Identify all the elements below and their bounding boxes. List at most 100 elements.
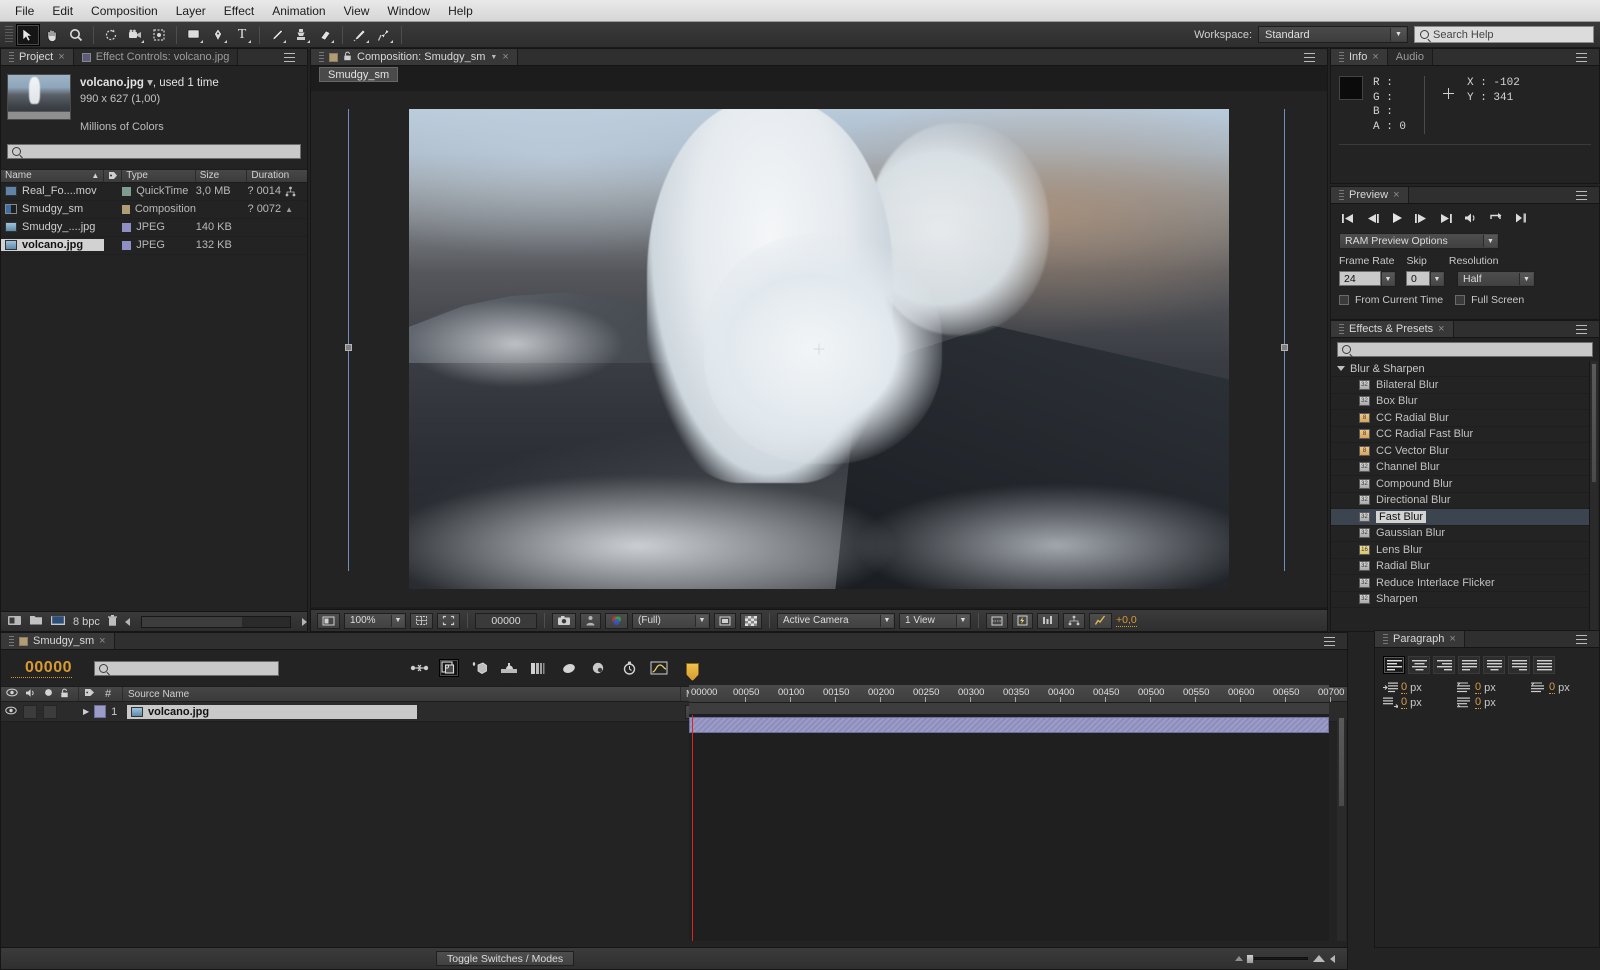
solo-toggle-icon[interactable] — [44, 688, 53, 700]
menu-item-help[interactable]: Help — [439, 2, 482, 20]
roto-brush-tool[interactable] — [348, 24, 372, 46]
menu-item-layer[interactable]: Layer — [167, 2, 215, 20]
show-snapshot-icon[interactable] — [580, 613, 601, 629]
video-toggle-icon[interactable] — [6, 688, 18, 700]
project-settings-icon[interactable] — [50, 614, 66, 629]
indent-left-value[interactable]: 0 — [1401, 681, 1407, 694]
tab-paragraph[interactable]: Paragraph × — [1375, 631, 1465, 647]
pixel-aspect-correction-icon[interactable] — [986, 613, 1008, 629]
next-frame-button[interactable] — [1414, 213, 1428, 227]
effects-panel-menu[interactable] — [1576, 321, 1599, 337]
composition-stage[interactable] — [311, 91, 1327, 607]
previous-frame-button[interactable] — [1366, 213, 1380, 227]
channel-select-icon[interactable] — [605, 613, 628, 629]
timeline-zoom-slider[interactable] — [1235, 955, 1347, 963]
panel-menu-icon[interactable] — [1576, 53, 1587, 62]
scrollbar-thumb[interactable] — [1338, 717, 1345, 807]
brush-tool[interactable] — [265, 24, 289, 46]
effects-scrollbar[interactable] — [1589, 361, 1598, 630]
live-update-icon[interactable] — [409, 659, 429, 677]
align-left-button[interactable] — [1383, 656, 1405, 674]
list-item[interactable]: 8CC Radial Blur — [1331, 410, 1589, 427]
selection-tool[interactable] — [16, 24, 40, 46]
timeline-current-time[interactable]: 00000 — [11, 659, 72, 678]
tab-info[interactable]: Info × — [1331, 49, 1388, 65]
pan-behind-tool[interactable] — [147, 24, 171, 46]
close-icon[interactable]: × — [1449, 633, 1455, 645]
panel-menu-icon[interactable] — [1576, 191, 1587, 200]
menu-item-window[interactable]: Window — [378, 2, 439, 20]
table-row-selected[interactable]: volcano.jpg JPEG 132 KB — [1, 237, 307, 255]
collapse-panel-icon[interactable] — [1330, 955, 1335, 963]
list-item[interactable]: 32Bilateral Blur — [1331, 377, 1589, 394]
space-after-field[interactable]: 0 px — [1457, 696, 1527, 709]
align-right-button[interactable] — [1433, 656, 1455, 674]
new-folder-icon[interactable] — [29, 614, 43, 629]
region-interest-toggle-icon[interactable] — [714, 613, 736, 629]
left-resize-handle[interactable] — [345, 344, 352, 351]
layer-video-toggle[interactable] — [5, 706, 17, 718]
skip-dropdown[interactable]: ▼ — [1430, 271, 1445, 287]
grid-guides-icon[interactable] — [410, 613, 433, 629]
current-time-display[interactable]: 00000 — [475, 613, 537, 629]
transparency-grid-icon[interactable] — [740, 613, 762, 629]
camera-tool[interactable] — [123, 24, 147, 46]
list-item[interactable]: 32Channel Blur — [1331, 460, 1589, 477]
workspace-select[interactable]: Standard ▼ — [1258, 26, 1408, 43]
project-panel-menu[interactable] — [284, 49, 307, 65]
close-icon[interactable]: × — [1393, 189, 1399, 201]
view-layout-select[interactable]: 1 View ▼ — [899, 613, 971, 629]
type-tool[interactable]: T — [230, 24, 254, 46]
column-duration[interactable]: Duration — [247, 170, 307, 182]
space-after-value[interactable]: 0 — [1475, 696, 1481, 709]
hand-tool[interactable] — [40, 24, 64, 46]
align-center-button[interactable] — [1408, 656, 1430, 674]
timeline-vertical-scrollbar[interactable] — [1337, 715, 1346, 941]
close-icon[interactable]: × — [58, 51, 64, 63]
label-column-icon[interactable] — [84, 688, 95, 700]
scroll-right-icon[interactable] — [302, 618, 307, 626]
menu-item-edit[interactable]: Edit — [43, 2, 82, 20]
scrollbar-thumb[interactable] — [1591, 363, 1597, 483]
menu-item-composition[interactable]: Composition — [82, 2, 167, 20]
list-item-selected[interactable]: 32Fast Blur — [1331, 509, 1589, 526]
toggle-switches-modes-button[interactable]: Toggle Switches / Modes — [436, 951, 574, 966]
resolution-select[interactable]: (Full) ▼ — [632, 613, 710, 629]
region-of-interest-icon[interactable] — [437, 613, 460, 629]
brainstorm-icon[interactable] — [559, 659, 579, 677]
list-item[interactable]: 32Reduce Interlace Flicker — [1331, 575, 1589, 592]
project-search-input[interactable] — [7, 144, 301, 159]
timeline-panel-menu[interactable] — [1324, 633, 1347, 649]
menu-item-effect[interactable]: Effect — [215, 2, 263, 20]
timeline-search-input[interactable] — [94, 661, 279, 676]
column-name[interactable]: Name ▲ — [1, 170, 104, 182]
exposure-reset-icon[interactable] — [1089, 613, 1112, 629]
list-item[interactable]: 8CC Radial Fast Blur — [1331, 427, 1589, 444]
zoom-track[interactable] — [1248, 957, 1308, 960]
list-item[interactable]: 16Lens Blur — [1331, 542, 1589, 559]
clone-stamp-tool[interactable] — [289, 24, 313, 46]
layer-name[interactable]: volcano.jpg — [127, 705, 417, 719]
panel-menu-icon[interactable] — [1576, 635, 1587, 644]
tab-timeline-composition[interactable]: Smudgy_sm × — [1, 633, 115, 649]
zoom-in-icon[interactable] — [1313, 955, 1325, 962]
auto-keyframe-icon[interactable] — [589, 659, 609, 677]
list-item[interactable]: 32Compound Blur — [1331, 476, 1589, 493]
horizontal-scrollbar[interactable] — [141, 616, 291, 628]
tab-preview[interactable]: Preview × — [1331, 187, 1409, 203]
delete-icon[interactable] — [107, 614, 118, 630]
toolbar-grip[interactable] — [5, 26, 13, 44]
panel-menu-icon[interactable] — [1324, 637, 1335, 646]
tab-composition[interactable]: Composition: Smudgy_sm ▼ × — [311, 49, 518, 65]
indent-left-field[interactable]: 0 px — [1383, 681, 1453, 694]
preview-resolution-select[interactable]: Half ▼ — [1457, 271, 1535, 287]
audio-toggle-icon[interactable] — [25, 688, 37, 701]
last-frame-button[interactable] — [1439, 213, 1453, 227]
scroll-left-icon[interactable] — [125, 618, 130, 626]
from-current-time-checkbox[interactable] — [1339, 295, 1349, 305]
lock-icon[interactable] — [343, 51, 352, 64]
effects-category-blur-sharpen[interactable]: Blur & Sharpen — [1331, 361, 1589, 377]
exposure-value[interactable]: +0,0 — [1116, 614, 1137, 627]
hide-shy-layers-icon[interactable] — [469, 659, 489, 677]
snapshot-icon[interactable] — [552, 613, 576, 629]
